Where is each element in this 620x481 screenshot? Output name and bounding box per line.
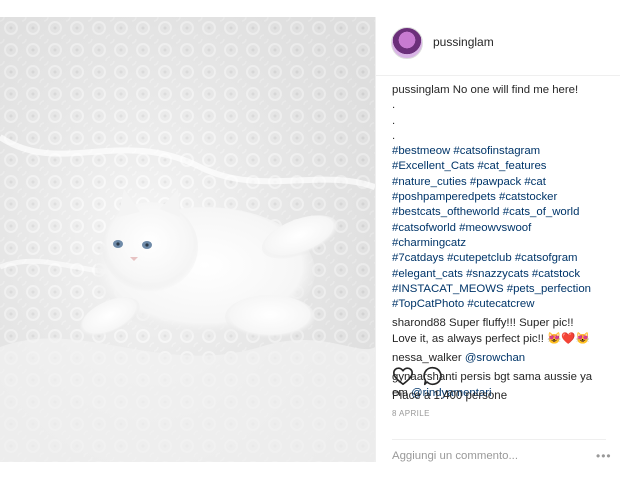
instagram-post: pussinglam pussinglam No one will find m…	[0, 17, 620, 464]
comment-text: Love it, as always perfect pic!!	[392, 332, 544, 345]
caption-dot: .	[392, 129, 396, 142]
hashtag-line[interactable]: #elegant_cats #snazzycats #catstock	[392, 267, 620, 282]
comment-divider	[392, 439, 606, 440]
caption-dot: .	[392, 114, 396, 127]
speech-bubble-icon[interactable]	[422, 365, 444, 387]
caption-dot: .	[392, 99, 396, 112]
hashtag-line[interactable]: #INSTACAT_MEOWS #pets_perfection	[392, 282, 620, 297]
post-date: 8 APRILE	[392, 409, 430, 418]
comment-input[interactable]	[392, 448, 602, 464]
hashtag-line[interactable]: #bestmeow #catsofinstagram	[392, 144, 620, 159]
hashtag-line[interactable]: #bestcats_oftheworld #cats_of_world	[392, 205, 620, 220]
hashtag-line[interactable]: #Excellent_Cats #cat_features	[392, 159, 620, 174]
more-options-icon[interactable]: •••	[596, 449, 612, 463]
owner-username[interactable]: pussinglam	[433, 35, 494, 49]
hashtag-line[interactable]: #charmingcatz	[392, 236, 620, 251]
hashtag-line[interactable]: #7catdays #cutepetclub #catsofgram	[392, 251, 620, 266]
action-bar	[392, 365, 612, 387]
hashtag-line[interactable]: #catsofworld #meowvswoof	[392, 221, 620, 236]
emoji: 😻❤️😻	[547, 332, 590, 345]
heart-icon[interactable]	[392, 365, 414, 387]
post-header: pussinglam	[391, 27, 611, 63]
comment-text: Super fluffy!!! Super pic!!	[449, 317, 574, 330]
hashtag-line[interactable]: #poshpamperedpets #catstocker	[392, 190, 620, 205]
caption-username[interactable]: pussinglam	[392, 84, 450, 96]
post-photo[interactable]	[0, 17, 375, 462]
hashtag-line[interactable]: #nature_cuties #pawpack #cat	[392, 175, 620, 190]
header-divider	[376, 75, 620, 76]
caption-text: No one will find me here!	[452, 84, 579, 96]
avatar[interactable]	[391, 27, 423, 59]
post-sidebar: pussinglam pussinglam No one will find m…	[375, 17, 620, 464]
hashtag-line[interactable]: #TopCatPhoto #cutecatcrew	[392, 297, 620, 312]
comment-username[interactable]: nessa_walker	[392, 352, 462, 364]
likes-count[interactable]: Piace a 1.400 persone	[392, 390, 507, 402]
caption-line: pussinglam No one will find me here!	[392, 83, 620, 98]
comment-username[interactable]: sharond88	[392, 317, 446, 329]
comment: sharond88 Super fluffy!!! Super pic!! Lo…	[392, 316, 620, 347]
comments-area: pussinglam No one will find me here! . .…	[392, 83, 620, 401]
comment-mention[interactable]: @srowchan	[465, 352, 525, 364]
